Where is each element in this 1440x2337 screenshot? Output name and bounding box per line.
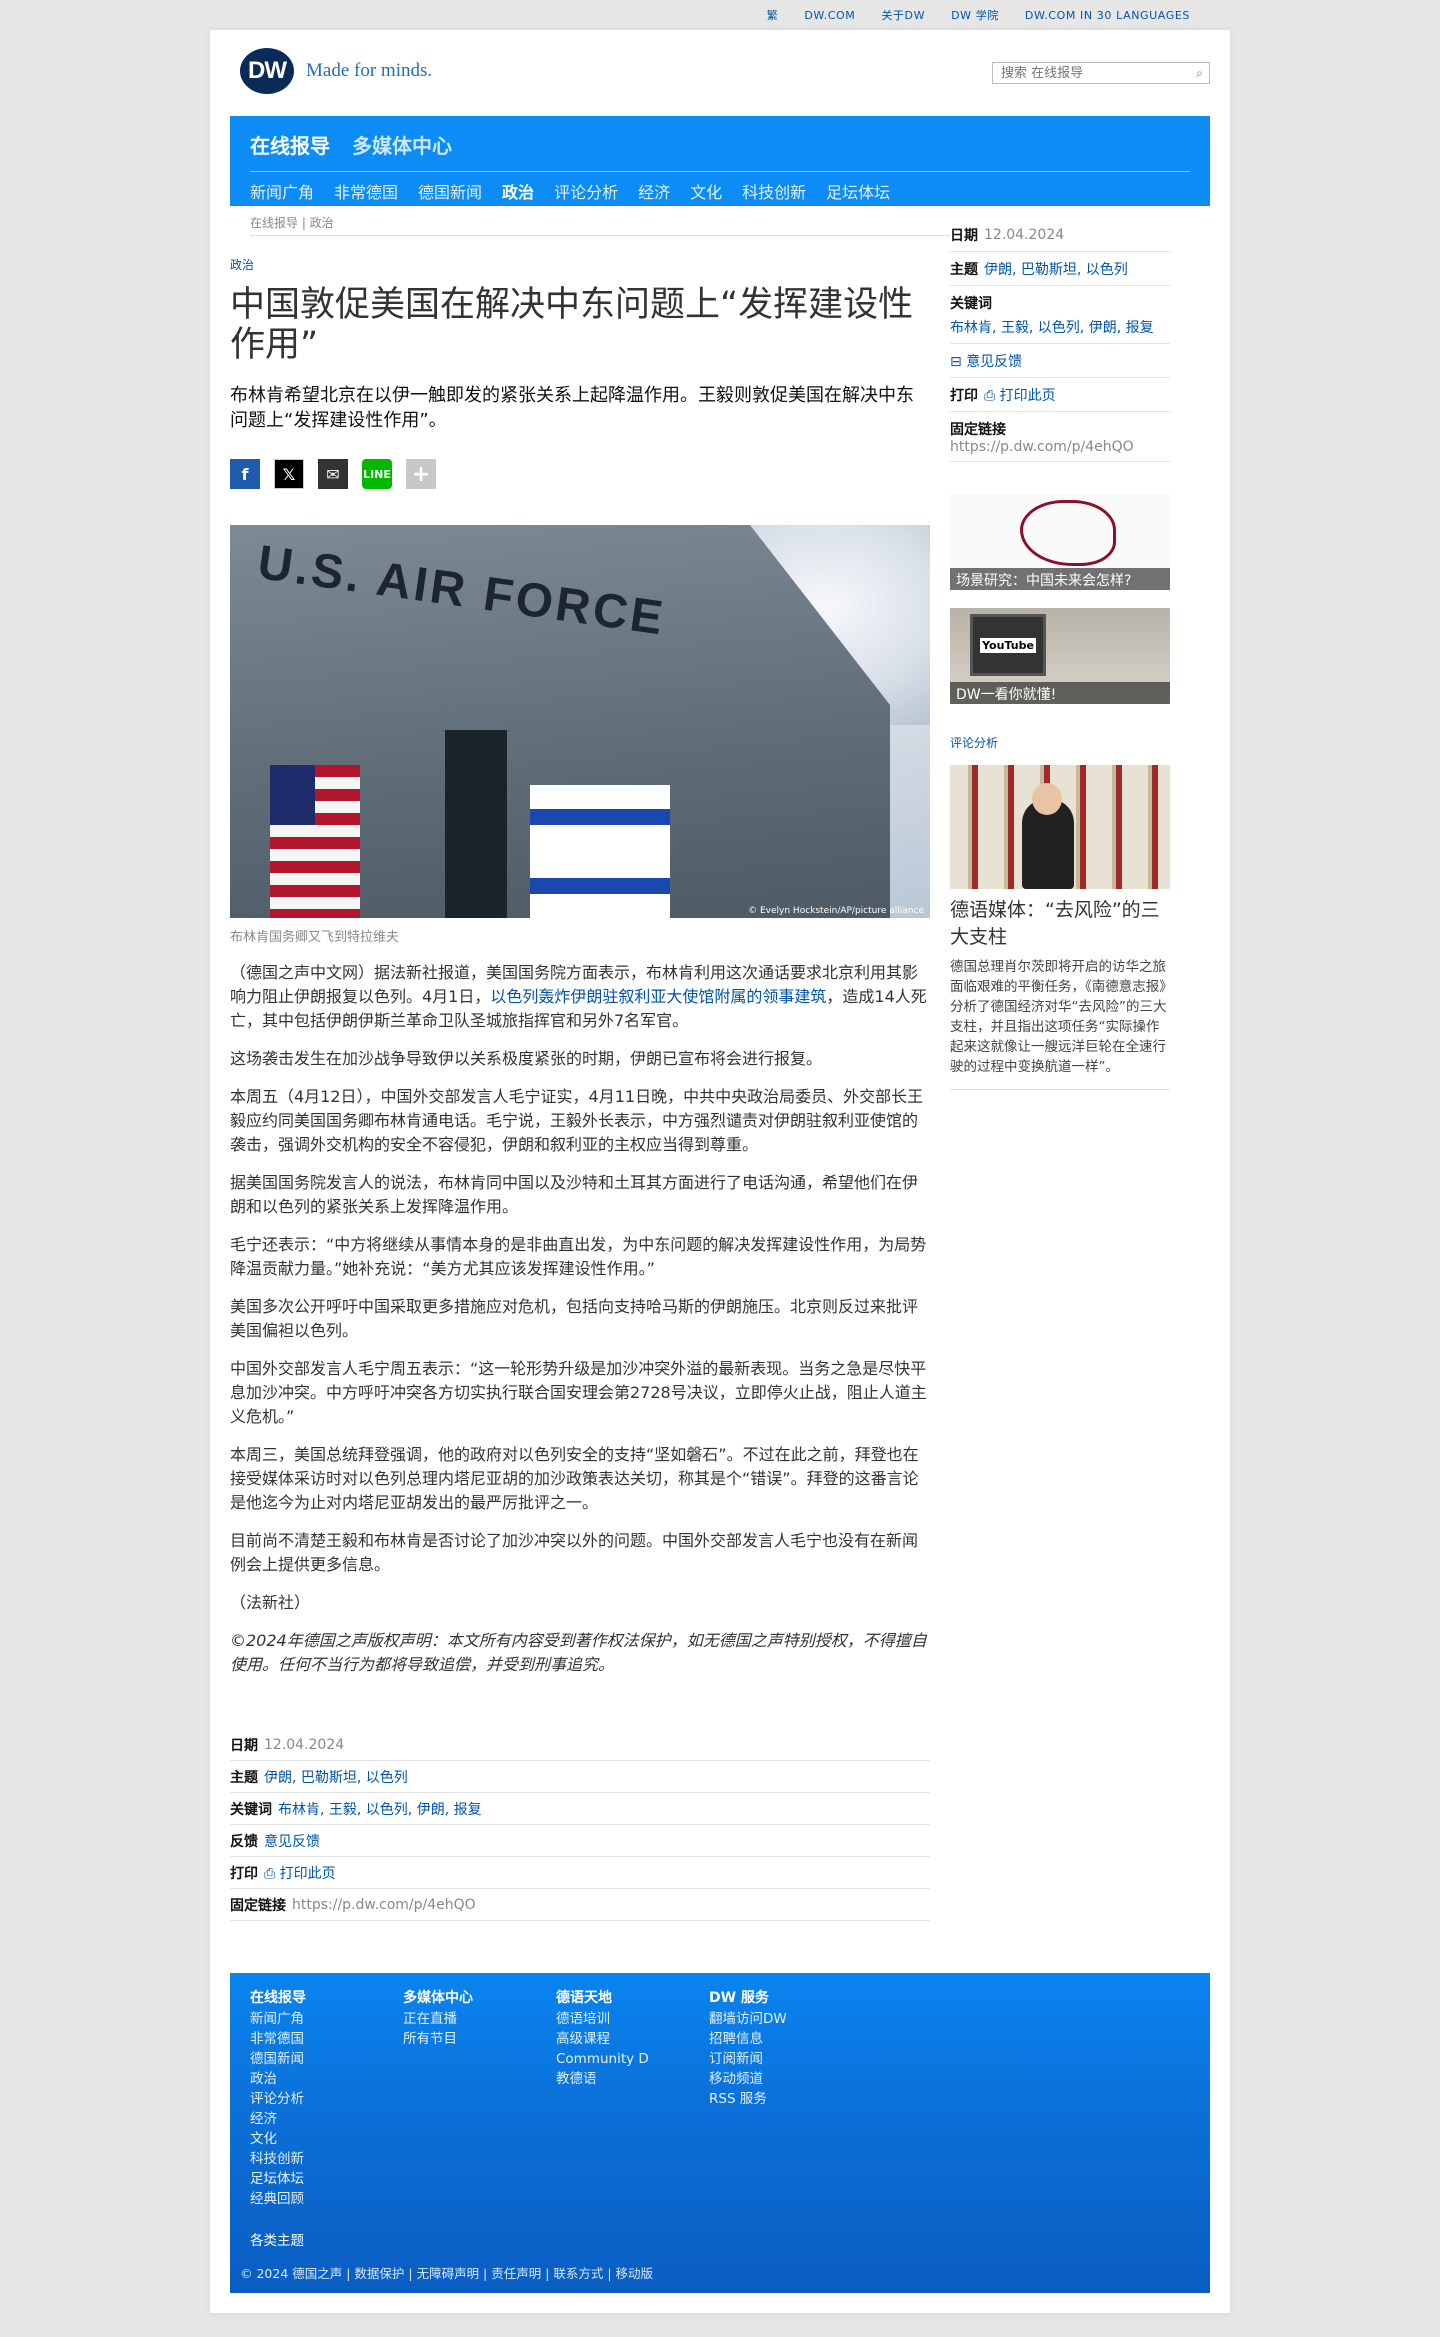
footer-col-services: DW 服务 翻墙访问DW 招聘信息 订阅新闻 移动频道 RSS 服务 xyxy=(709,1990,787,2107)
nav-sub-politics[interactable]: 政治 xyxy=(502,179,534,203)
nav-sub-analysis[interactable]: 评论分析 xyxy=(554,179,618,203)
paragraph: 据美国国务院发言人的说法，布林肯同中国以及沙特和土耳其方面进行了电话沟通，希望他… xyxy=(230,1173,919,1216)
dw-logo-icon: DW xyxy=(240,48,294,94)
nav-sub-news[interactable]: 新闻广角 xyxy=(250,179,314,203)
dragon-illustration xyxy=(1020,500,1116,566)
nav-sub-germany[interactable]: 非常德国 xyxy=(334,179,398,203)
nav-online-reports[interactable]: 在线报导 xyxy=(250,130,330,159)
paragraph: （法新社） xyxy=(230,1593,311,1612)
share-bar: f 𝕏 ✉ LINE + xyxy=(230,459,930,489)
search-input[interactable] xyxy=(999,64,1183,82)
inline-article-link[interactable]: 以色列轰炸伊朗驻叙利亚大使馆附属的领事建筑 xyxy=(490,987,826,1006)
image-caption: 布林肯国务卿又飞到特拉维夫 xyxy=(230,930,400,945)
side-article-teaser: 德国总理肖尔茨即将开启的访华之旅面临艰难的平衡任务，《南德意志报》分析了德国经济… xyxy=(950,957,1170,1090)
search-icon[interactable]: ⌕ xyxy=(1196,66,1203,81)
page: DW Made for minds. ⌕ 在线报导 多媒体中心 新闻广角 非常德… xyxy=(210,30,1230,2313)
util-link-languages[interactable]: DW.COM IN 30 LANGUAGES xyxy=(1025,9,1190,22)
us-flag xyxy=(270,765,360,918)
article-kicker[interactable]: 政治 xyxy=(230,256,930,273)
paragraph: 中国外交部发言人毛宁周五表示：“这一轮形势升级是加沙冲突外溢的最新表现。当务之急… xyxy=(230,1359,927,1426)
photo-credit: © Evelyn Hockstein/AP/picture alliance xyxy=(748,906,924,916)
facebook-icon[interactable]: f xyxy=(230,459,260,489)
article: 政治 中国敦促美国在解决中东问题上“发挥建设性作用” 布林肯希望北京在以伊一触即… xyxy=(230,242,930,1921)
footer-legal[interactable]: © 2024 德国之声 | 数据保护 | 无障碍声明 | 责任声明 | 联系方式… xyxy=(240,2263,653,2282)
paragraph: （德国之声中文网）据法新社报道，美国国务院方面表示，布林肯利用这次通话要求北京利… xyxy=(230,963,927,1030)
side-article-image[interactable] xyxy=(950,765,1170,889)
util-link-about[interactable]: 关于DW xyxy=(881,7,925,23)
side-section-analysis[interactable]: 评论分析 xyxy=(950,734,1170,751)
paragraph: 毛宁还表示：“中方将继续从事情本身的是非曲直出发，为中东问题的解决发挥建设性作用… xyxy=(230,1235,927,1278)
feedback-link[interactable]: 意见反馈 xyxy=(264,1831,320,1851)
side-permalink[interactable]: https://p.dw.com/p/4ehQO xyxy=(950,439,1170,455)
meta-topics-link[interactable]: 伊朗, 巴勒斯坦, 以色列 xyxy=(264,1767,408,1787)
logo[interactable]: DW Made for minds. xyxy=(240,48,432,94)
footer-topics-link[interactable]: 各类主题 xyxy=(250,2229,304,2249)
nav-sub-tech[interactable]: 科技创新 xyxy=(742,179,806,203)
main-nav: 在线报导 多媒体中心 新闻广角 非常德国 德国新闻 政治 评论分析 经济 文化 … xyxy=(230,116,1210,206)
side-topics-link[interactable]: 伊朗, 巴勒斯坦, 以色列 xyxy=(984,259,1128,279)
teaser-future-china[interactable]: 场景研究：中国未来会怎样? xyxy=(950,494,1170,590)
teaser-dw-youtube[interactable]: YouTube DW一看你就懂! xyxy=(950,608,1170,704)
copyright-notice: ©2024年德国之声版权声明：本文所有内容受到著作权法保护，如无德国之声特别授权… xyxy=(230,1631,927,1674)
footer-col-german: 德语天地 德语培训 高级课程 Community D 教德语 xyxy=(556,1990,649,2087)
side-feedback-link[interactable]: ⊟ 意见反馈 xyxy=(950,351,1022,371)
util-link-dwcom[interactable]: DW.COM xyxy=(804,9,855,22)
feedback-icon: ⊟ xyxy=(950,354,962,370)
nav-media-center[interactable]: 多媒体中心 xyxy=(352,130,452,159)
footer-col-media: 多媒体中心 正在直播 所有节目 xyxy=(403,1990,473,2047)
paragraph: 美国多次公开呼吁中国采取更多措施应对危机，包括向支持哈马斯的伊朗施压。北京则反过… xyxy=(230,1297,919,1340)
article-body: （德国之声中文网）据法新社报道，美国国务院方面表示，布林肯利用这次通话要求北京利… xyxy=(230,961,930,1677)
line-icon[interactable]: LINE xyxy=(362,459,392,489)
article-title: 中国敦促美国在解决中东问题上“发挥建设性作用” xyxy=(230,285,914,365)
paragraph: 本周三，美国总统拜登强调，他的政府对以色列安全的支持“坚如磐石”。不过在此之前，… xyxy=(230,1445,919,1512)
more-share-icon[interactable]: + xyxy=(406,459,436,489)
print-icon: ⎙ xyxy=(984,388,996,404)
article-lead: 布林肯希望北京在以伊一触即发的紧张关系上起降温作用。王毅则敦促美国在解决中东问题… xyxy=(230,385,914,431)
side-meta-date: 12.04.2024 xyxy=(984,227,1065,243)
side-print-link[interactable]: ⎙ 打印此页 xyxy=(984,385,1056,405)
breadcrumb[interactable]: 在线报导 | 政治 xyxy=(250,214,950,236)
footer-col-online: 在线报导 新闻广角 非常德国 德国新闻 政治 评论分析 经济 文化 科技创新 足… xyxy=(250,1990,306,2207)
utility-bar: 繁 DW.COM 关于DW DW 学院 DW.COM IN 30 LANGUAG… xyxy=(0,0,1440,30)
israel-flag xyxy=(530,785,670,918)
nav-sub-economy[interactable]: 经济 xyxy=(638,179,670,203)
youtube-tv-icon: YouTube xyxy=(970,614,1046,676)
side-article-headline[interactable]: 德语媒体：“去风险”的三大支柱 xyxy=(950,897,1170,951)
logo-tagline: Made for minds. xyxy=(306,60,433,81)
paragraph: 本周五（4月12日），中国外交部发言人毛宁证实，4月11日晚，中共中央政治局委员… xyxy=(230,1087,924,1154)
nav-sub-german-news[interactable]: 德国新闻 xyxy=(418,179,482,203)
side-keywords-link[interactable]: 布林肯, 王毅, 以色列, 伊朗, 报复 xyxy=(950,317,1154,337)
paragraph: 目前尚不清楚王毅和布林肯是否讨论了加沙冲突以外的问题。中国外交部发言人毛宁也没有… xyxy=(230,1531,919,1574)
header: DW Made for minds. ⌕ xyxy=(230,30,1210,116)
hero-image[interactable]: U.S. AIR FORCE © Evelyn Hockstein/AP/pic… xyxy=(230,525,930,918)
util-link-academy[interactable]: DW 学院 xyxy=(951,7,999,23)
nav-sub-sports[interactable]: 足坛体坛 xyxy=(826,179,890,203)
nav-sub-culture[interactable]: 文化 xyxy=(690,179,722,203)
sidebar: 日期 12.04.2024 主题 伊朗, 巴勒斯坦, 以色列 关键词 布林肯, 王毅,… xyxy=(950,218,1170,1921)
article-meta: 日期 12.04.2024 主题 伊朗, 巴勒斯坦, 以色列 关键词 布林肯, 王毅,… xyxy=(230,1729,930,1921)
util-link-traditional[interactable]: 繁 xyxy=(767,7,779,23)
print-icon: ⎙ xyxy=(264,1866,276,1882)
permalink[interactable]: https://p.dw.com/p/4ehQO xyxy=(292,1897,476,1913)
footer: 在线报导 新闻广角 非常德国 德国新闻 政治 评论分析 经济 文化 科技创新 足… xyxy=(230,1973,1210,2293)
print-link[interactable]: ⎙ 打印此页 xyxy=(264,1863,336,1883)
meta-date: 12.04.2024 xyxy=(264,1737,345,1753)
mail-icon[interactable]: ✉ xyxy=(318,459,348,489)
x-icon[interactable]: 𝕏 xyxy=(274,459,304,489)
search-box: ⌕ xyxy=(992,62,1210,84)
paragraph: 这场袭击发生在加沙战争导致伊以关系极度紧张的时期，伊朗已宣布将会进行报复。 xyxy=(230,1049,823,1068)
meta-keywords-link[interactable]: 布林肯, 王毅, 以色列, 伊朗, 报复 xyxy=(278,1799,482,1819)
